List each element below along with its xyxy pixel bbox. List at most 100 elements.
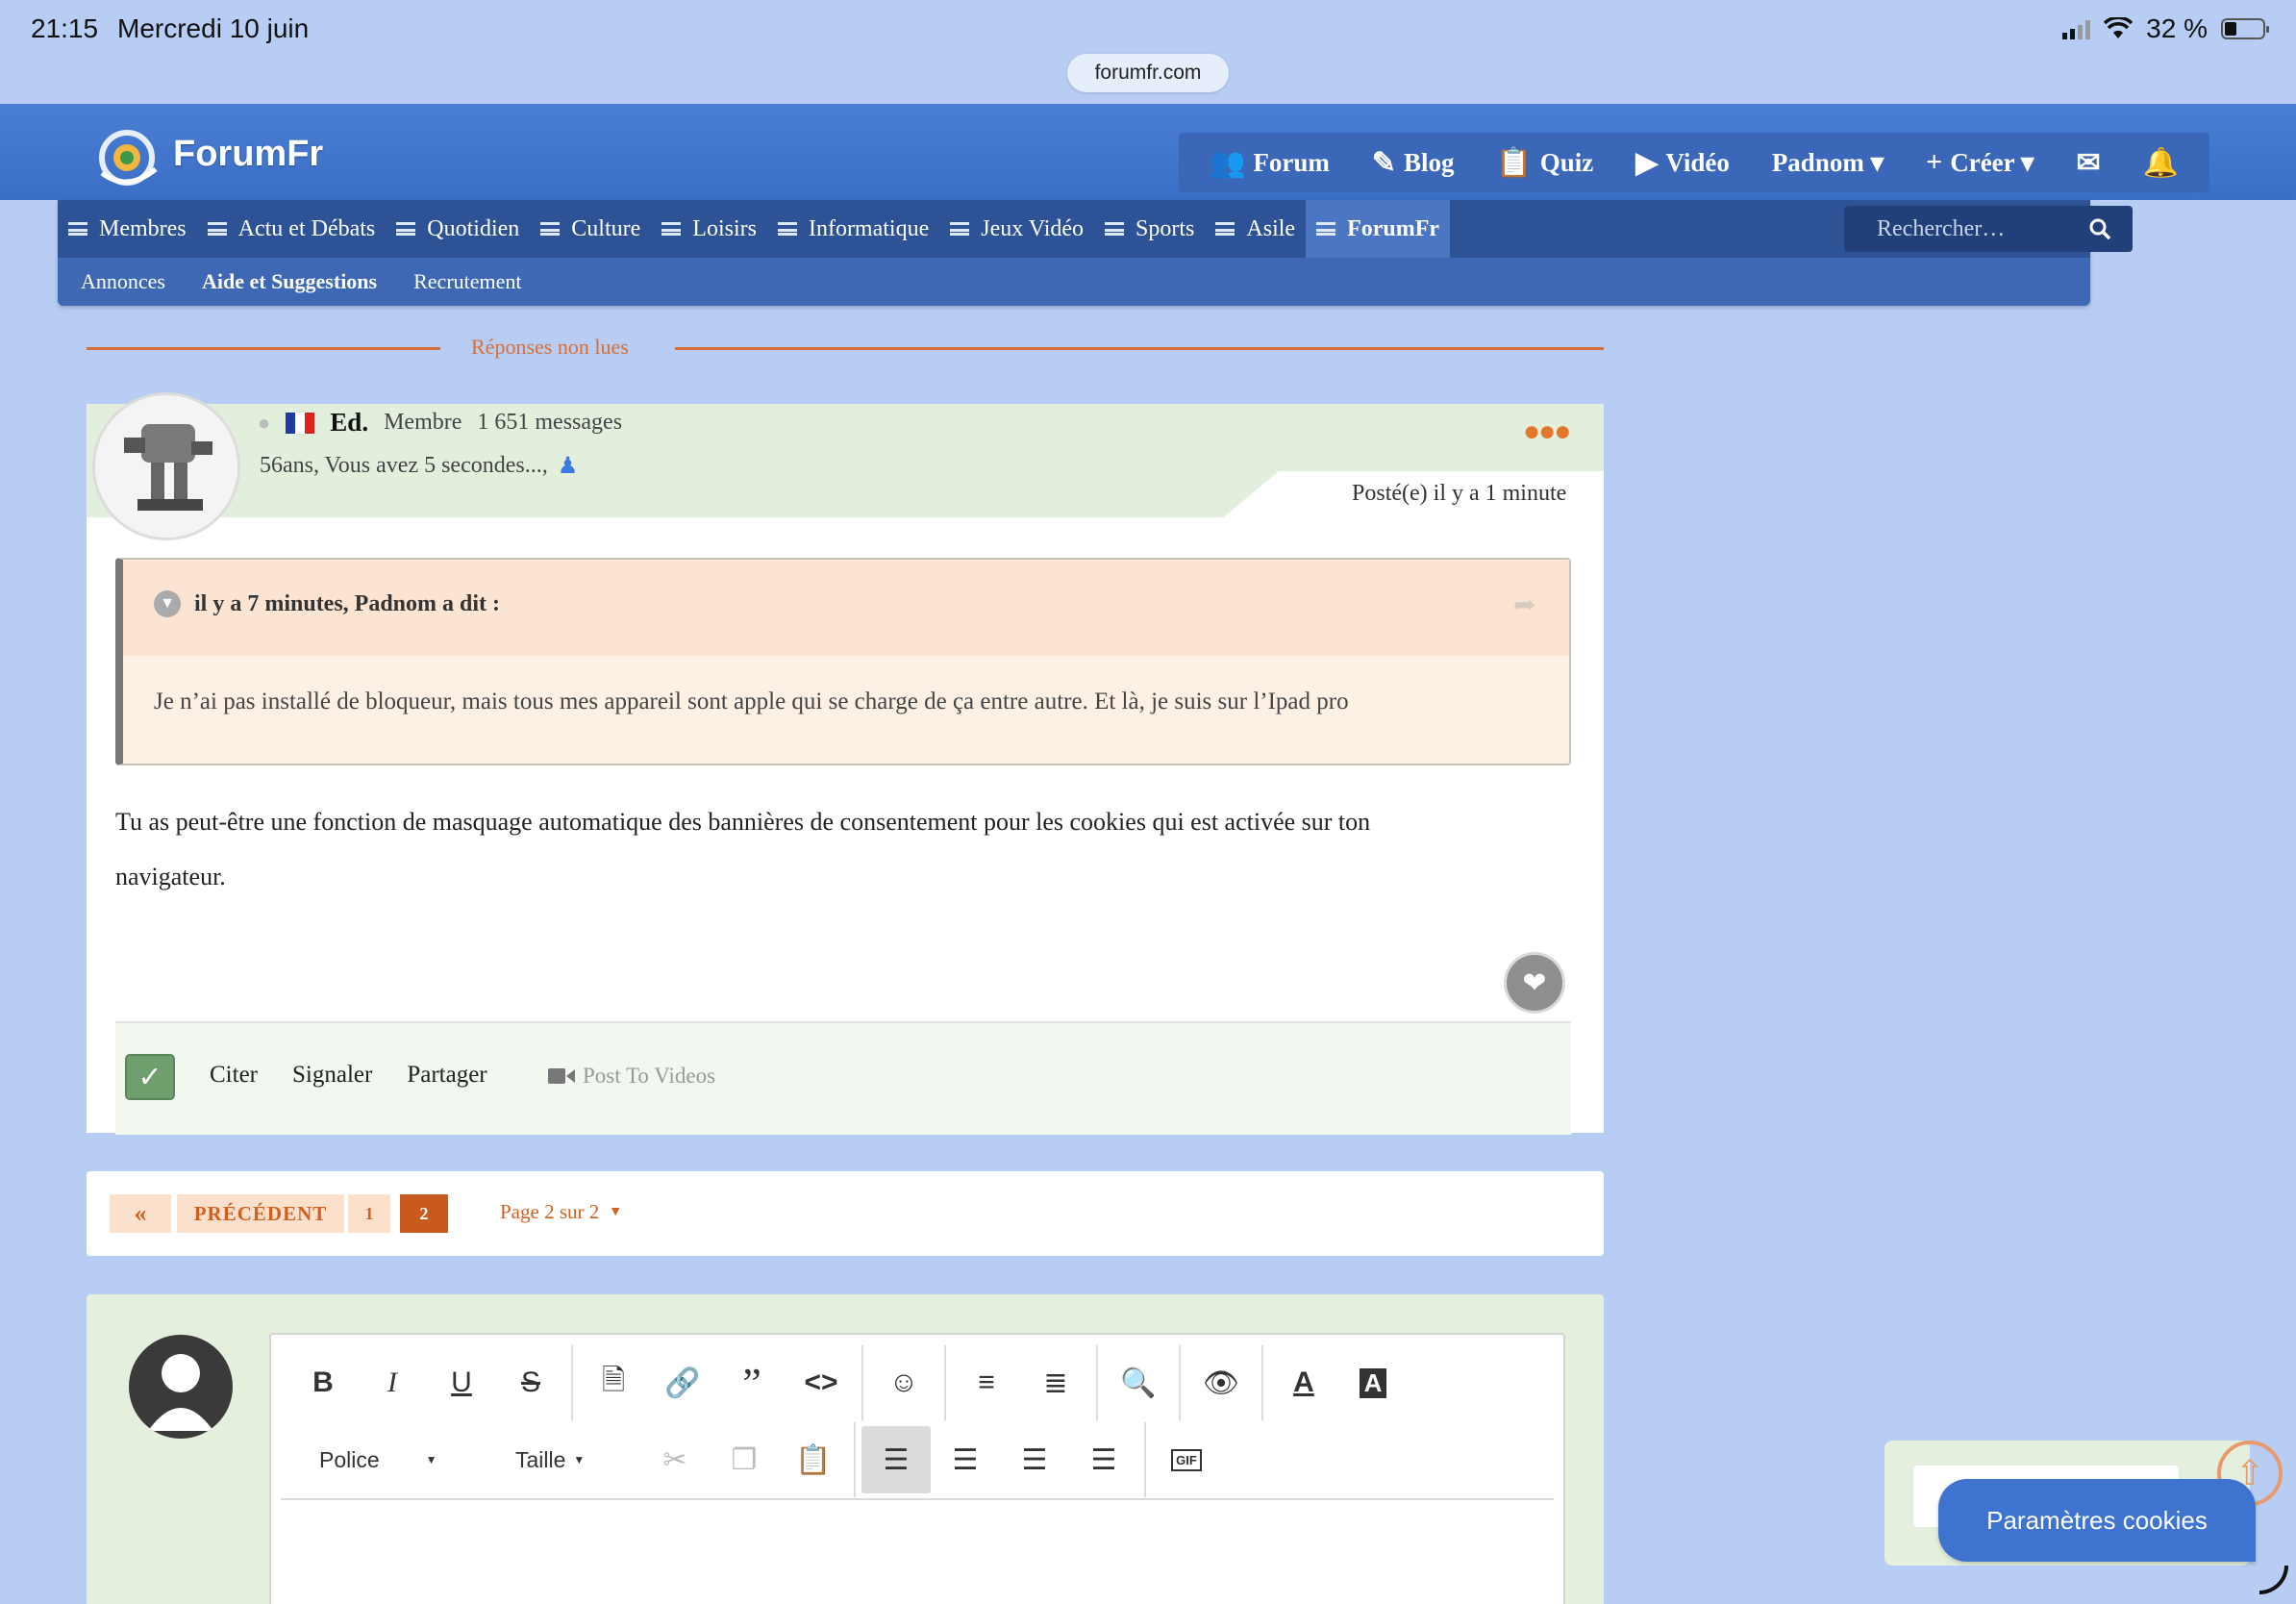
- nav-notifications[interactable]: 🔔: [2143, 146, 2179, 180]
- page-1-button[interactable]: 1: [348, 1194, 390, 1233]
- italic-icon[interactable]: I: [358, 1349, 427, 1416]
- menu-label: Sports: [1136, 215, 1195, 241]
- bullet-list-icon[interactable]: ≡: [952, 1349, 1021, 1416]
- menu-item-membres[interactable]: Membres: [58, 200, 197, 258]
- site-logo[interactable]: ForumFr: [88, 115, 323, 192]
- post-time: Posté(e) il y a 1 minute: [1352, 481, 1567, 506]
- text-color-icon[interactable]: A: [1269, 1349, 1338, 1416]
- author-name[interactable]: Ed.: [330, 408, 368, 438]
- select-post-checkbox[interactable]: ✓: [125, 1054, 175, 1100]
- menu-item-quotidien[interactable]: Quotidien: [386, 200, 530, 258]
- search-input[interactable]: Rechercher…: [1844, 206, 2133, 252]
- menu-item-asile[interactable]: Asile: [1205, 200, 1306, 258]
- cookie-settings-button[interactable]: Paramètres cookies: [1938, 1479, 2256, 1562]
- report-button[interactable]: Signaler: [292, 1062, 372, 1089]
- menu-label: Membres: [99, 215, 187, 241]
- menu-icon: [68, 222, 87, 236]
- nav-user-menu[interactable]: Padnom ▾: [1772, 148, 1884, 178]
- page-jump-dropdown[interactable]: Page 2 sur 2 ▼: [500, 1200, 622, 1224]
- justify-icon[interactable]: ☰: [1069, 1426, 1138, 1493]
- cut-icon[interactable]: ✂: [640, 1426, 710, 1493]
- url-bar[interactable]: forumfr.com: [1067, 54, 1229, 92]
- quote-icon[interactable]: ”: [717, 1349, 786, 1416]
- align-right-icon[interactable]: ☰: [1000, 1426, 1069, 1493]
- nav-forum[interactable]: 👥 Forum: [1210, 146, 1330, 180]
- submenu-recrutement[interactable]: Recrutement: [390, 269, 535, 294]
- copy-icon[interactable]: ❐: [710, 1426, 779, 1493]
- default-user-icon: [148, 1354, 213, 1431]
- nav-create[interactable]: + Créer ▾: [1926, 146, 2034, 179]
- search-icon[interactable]: [2088, 217, 2111, 240]
- share-button[interactable]: Partager: [407, 1062, 487, 1089]
- gif-label: GIF: [1171, 1448, 1202, 1471]
- quote-title[interactable]: ▼ il y a 7 minutes, Padnom a dit :: [154, 590, 500, 617]
- link-icon[interactable]: 🔗: [648, 1349, 717, 1416]
- nav-video[interactable]: ▶ Vidéo: [1635, 146, 1730, 180]
- resize-handle-icon[interactable]: [2259, 1566, 2288, 1594]
- background-color-icon[interactable]: A: [1338, 1349, 1408, 1416]
- bell-icon: 🔔: [2142, 146, 2179, 179]
- font-family-dropdown[interactable]: Police ▼: [288, 1447, 492, 1473]
- author-avatar[interactable]: [92, 392, 240, 540]
- page-2-button[interactable]: 2: [400, 1194, 448, 1233]
- double-chevron-left-icon: «: [134, 1199, 147, 1227]
- author-messages[interactable]: 1 651 messages: [477, 410, 622, 436]
- bold-icon[interactable]: B: [288, 1349, 358, 1416]
- quote-button[interactable]: Citer: [210, 1062, 258, 1089]
- submenu-annonces[interactable]: Annonces: [58, 269, 179, 294]
- post-body-line: navigateur.: [115, 863, 226, 890]
- menu-item-jeux-video[interactable]: Jeux Vidéo: [939, 200, 1094, 258]
- editor-toolbar-row-2: Police ▼ Taille ▼ ✂ ❐ 📋 ☰ ☰ ☰ ☰ GIF: [288, 1421, 1221, 1498]
- nav-create-label: Créer ▾: [1950, 147, 2034, 177]
- caret-down-icon: ▼: [609, 1204, 623, 1219]
- code-icon[interactable]: <>: [786, 1349, 856, 1416]
- like-button[interactable]: ❤: [1504, 952, 1565, 1014]
- battery-icon: [2221, 18, 2269, 39]
- size-label: Taille: [515, 1446, 566, 1472]
- strikethrough-icon[interactable]: S: [496, 1349, 565, 1416]
- nav-messages[interactable]: ✉: [2076, 146, 2100, 180]
- menu-label: Asile: [1246, 215, 1296, 241]
- paste-icon[interactable]: 📋: [779, 1426, 848, 1493]
- nav-quiz[interactable]: 📋 Quiz: [1496, 146, 1593, 180]
- menu-icon: [207, 222, 227, 236]
- menu-item-forumfr[interactable]: ForumFr: [1306, 200, 1451, 258]
- nav-video-label: Vidéo: [1665, 147, 1730, 177]
- cellular-signal-icon: [2062, 18, 2091, 39]
- wifi-icon: [2104, 17, 2134, 38]
- first-page-button[interactable]: «: [110, 1194, 171, 1233]
- numbered-list-icon[interactable]: ≣: [1021, 1349, 1090, 1416]
- align-left-icon[interactable]: ☰: [861, 1426, 931, 1493]
- previous-page-button[interactable]: PRÉCÉDENT: [177, 1194, 344, 1233]
- france-flag-icon: [286, 412, 315, 434]
- insert-template-icon[interactable]: 🗎: [579, 1349, 648, 1416]
- menu-item-culture[interactable]: Culture: [530, 200, 651, 258]
- status-time: 21:15: [31, 13, 99, 43]
- menu-item-informatique[interactable]: Informatique: [767, 200, 939, 258]
- share-arrow-icon[interactable]: ➦: [1513, 589, 1535, 621]
- chevron-down-icon[interactable]: ▼: [154, 590, 181, 617]
- post-to-videos-link[interactable]: Post To Videos: [548, 1064, 715, 1089]
- menu-item-loisirs[interactable]: Loisirs: [651, 200, 767, 258]
- submenu-aide[interactable]: Aide et Suggestions: [179, 269, 390, 294]
- menu-item-sports[interactable]: Sports: [1094, 200, 1205, 258]
- plus-icon: +: [1926, 146, 1943, 178]
- underline-icon[interactable]: U: [427, 1349, 496, 1416]
- nav-quiz-label: Quiz: [1539, 147, 1594, 177]
- eye-icon[interactable]: 👁: [1186, 1349, 1256, 1416]
- post-body-line: Tu as peut-être une fonction de masquage…: [115, 808, 1371, 836]
- emoji-icon[interactable]: ☺: [869, 1349, 938, 1416]
- menu-item-actu[interactable]: Actu et Débats: [197, 200, 387, 258]
- author-line: ● Ed. Membre 1 651 messages: [258, 408, 622, 438]
- preview-icon[interactable]: 🔍: [1104, 1349, 1173, 1416]
- top-navigation: 👥 Forum ✎ Blog 📋 Quiz ▶ Vidéo Padnom ▾ +…: [1179, 133, 2209, 192]
- menu-label: ForumFr: [1347, 215, 1440, 241]
- font-size-dropdown[interactable]: Taille ▼: [492, 1447, 640, 1473]
- editor-toolbar-row-1: B I U S 🗎 🔗 ” <> ☺ ≡ ≣ 🔍 👁 A A: [288, 1342, 1408, 1423]
- gif-button[interactable]: GIF: [1152, 1426, 1221, 1493]
- menu-icon: [1316, 222, 1336, 236]
- video-camera-icon: [548, 1068, 575, 1084]
- post-menu-icon[interactable]: ●●●: [1523, 415, 1571, 448]
- align-center-icon[interactable]: ☰: [931, 1426, 1000, 1493]
- nav-blog[interactable]: ✎ Blog: [1372, 146, 1455, 180]
